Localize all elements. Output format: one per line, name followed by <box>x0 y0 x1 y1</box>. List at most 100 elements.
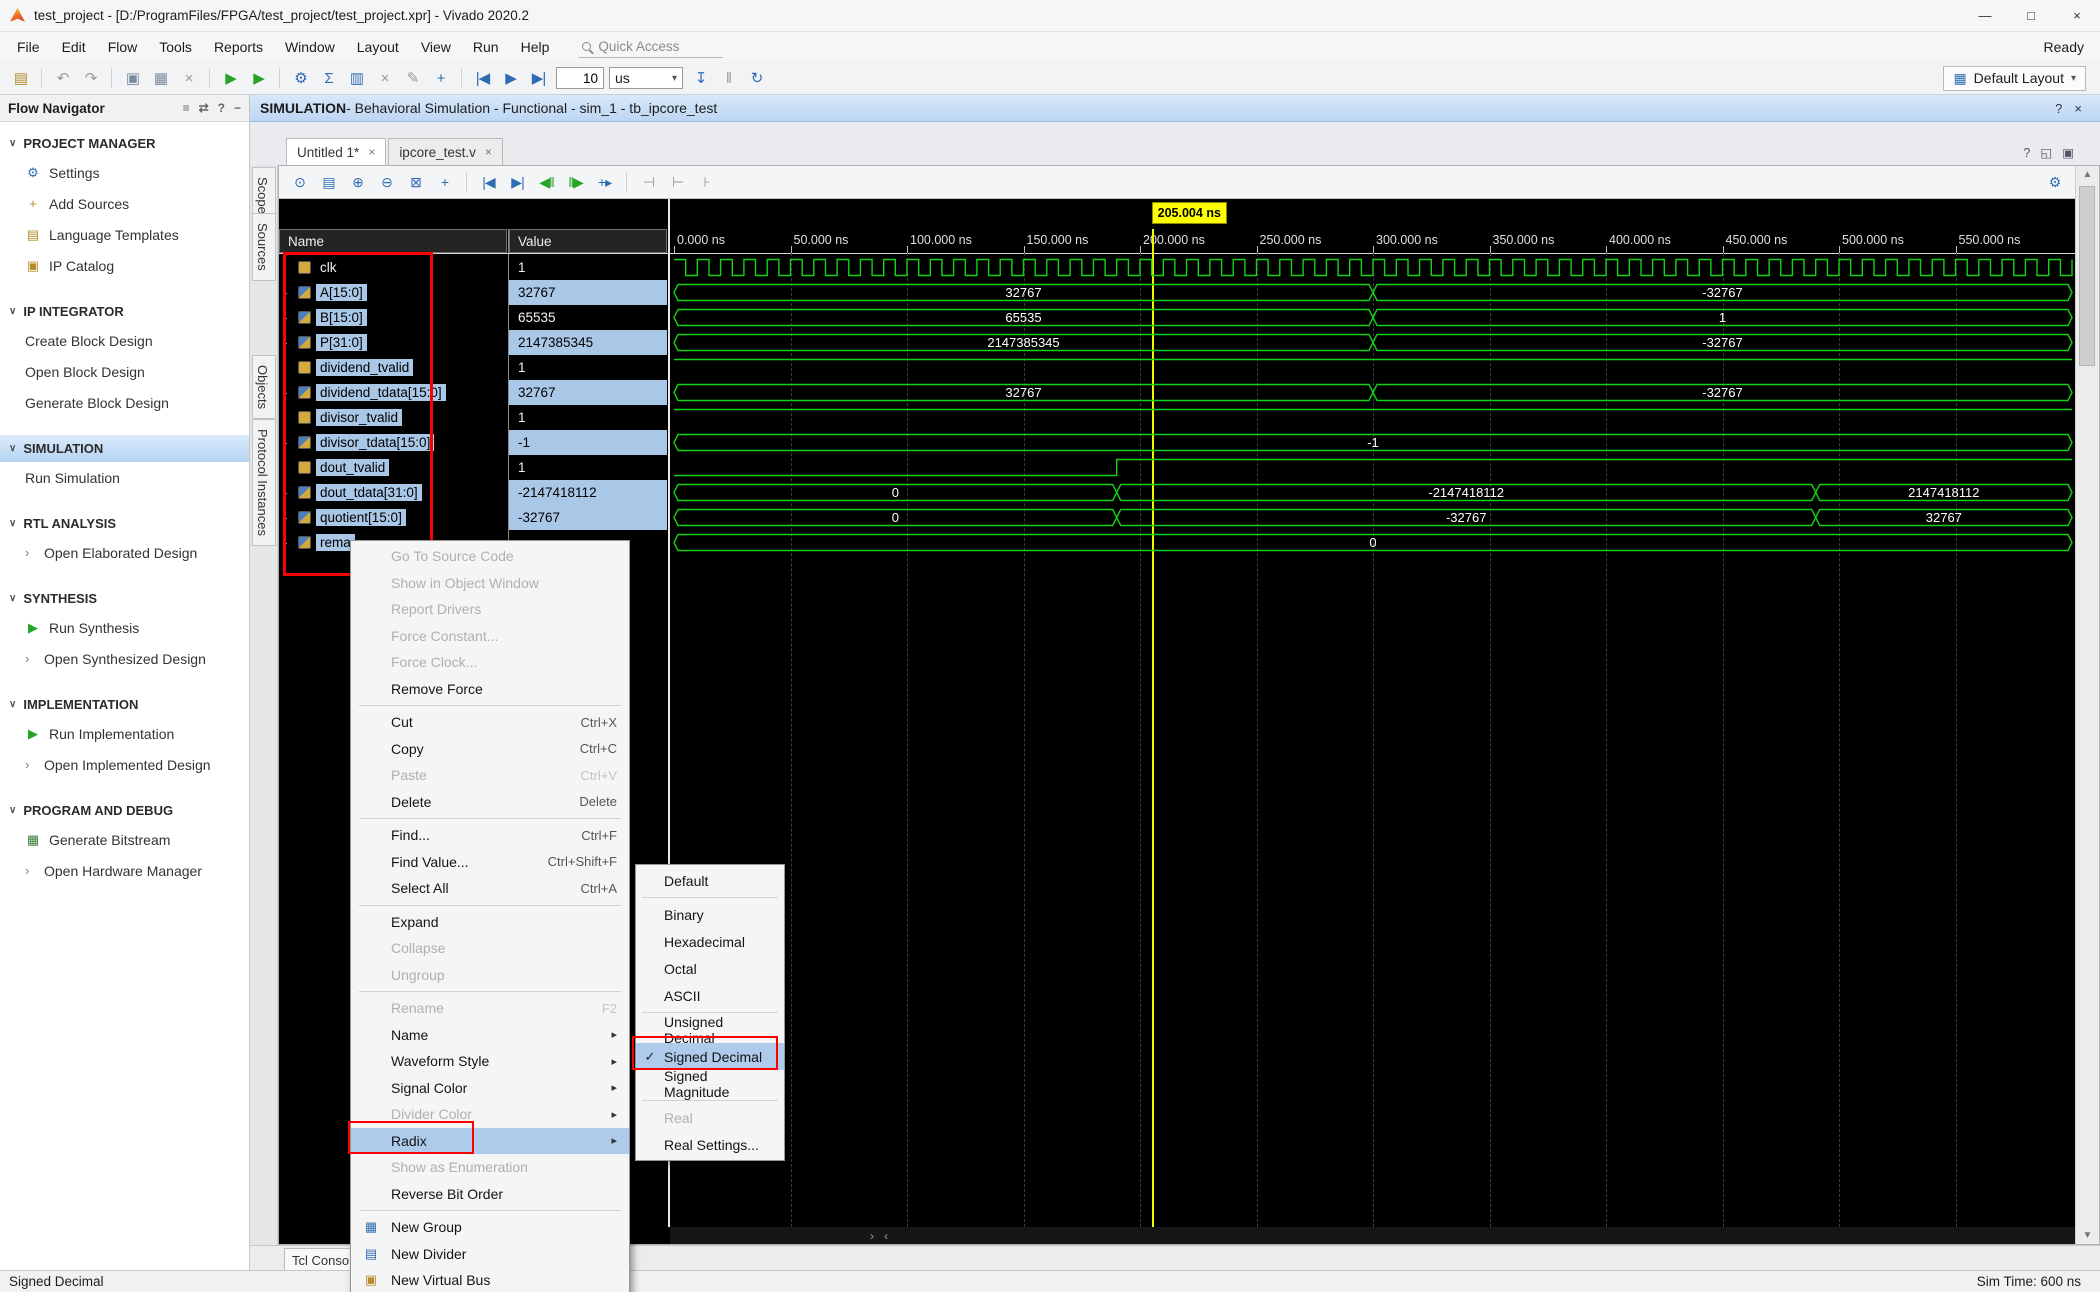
menu-edit[interactable]: Edit <box>51 32 97 62</box>
radix-option-binary[interactable]: Binary <box>636 901 784 928</box>
context-menu-item-waveform-style[interactable]: Waveform Style▸ <box>351 1048 629 1075</box>
tab-untitled-1[interactable]: Untitled 1*× <box>286 138 386 165</box>
maximize-icon[interactable]: ▣ <box>2062 145 2074 160</box>
name-column-header[interactable]: Name <box>279 229 507 253</box>
flow-section-header-simulation[interactable]: ∨SIMULATION <box>0 435 249 462</box>
flow-section-header-implementation[interactable]: ∨IMPLEMENTATION <box>0 691 249 718</box>
sum-icon[interactable]: Σ <box>316 66 341 91</box>
flow-item-generate-block-design[interactable]: Generate Block Design <box>0 387 249 418</box>
side-tab-objects[interactable]: Objects <box>252 355 276 419</box>
tab-ipcore-test-v[interactable]: ipcore_test.v× <box>388 138 503 165</box>
flow-section-header-rtl-analysis[interactable]: ∨RTL ANALYSIS <box>0 510 249 537</box>
help-icon[interactable]: ? <box>2055 101 2062 116</box>
signal-row-dout-tdata-31-0[interactable]: ›dout_tdata[31:0] <box>279 480 507 505</box>
radix-option-default[interactable]: Default <box>636 867 784 894</box>
context-menu-item-reverse-bit-order[interactable]: Reverse Bit Order <box>351 1181 629 1208</box>
signal-value-dout-tdata-31-0[interactable]: -2147418112 <box>509 480 667 505</box>
horizontal-scrollbar[interactable]: ›‹ <box>670 1227 2075 1244</box>
radix-option-signed-magnitude[interactable]: Signed Magnitude <box>636 1070 784 1097</box>
flow-item-language-templates[interactable]: ▤Language Templates <box>0 219 249 250</box>
context-menu-item-name[interactable]: Name▸ <box>351 1022 629 1049</box>
menu-tools[interactable]: Tools <box>148 32 203 62</box>
radix-option-octal[interactable]: Octal <box>636 955 784 982</box>
go-to-end-icon[interactable]: ▶| <box>505 170 530 195</box>
probe-icon[interactable]: + <box>428 66 453 91</box>
signal-row-dividend-tdata-15-0[interactable]: ›dividend_tdata[15:0] <box>279 380 507 405</box>
expand-arrow-icon[interactable]: › <box>283 535 293 550</box>
flow-item-open-implemented-design[interactable]: ›Open Implemented Design <box>0 749 249 780</box>
flow-item-run-synthesis[interactable]: ▶Run Synthesis <box>0 612 249 643</box>
zoom-out-icon[interactable]: ⊖ <box>374 170 399 195</box>
radix-option-unsigned-decimal[interactable]: Unsigned Decimal <box>636 1016 784 1043</box>
menu-icon[interactable]: ≡ <box>183 101 190 115</box>
open-project-icon[interactable]: ▤ <box>8 66 33 91</box>
signal-row-divisor-tvalid[interactable]: divisor_tvalid <box>279 405 507 430</box>
help-icon[interactable]: ? <box>2023 146 2030 160</box>
scrollbar-thumb[interactable] <box>2079 186 2095 366</box>
undo-icon[interactable]: ↶ <box>50 66 75 91</box>
flow-item-create-block-design[interactable]: Create Block Design <box>0 325 249 356</box>
prev-marker-icon[interactable]: ⊣ <box>636 170 661 195</box>
waveform-settings-gear-icon[interactable]: ⚙ <box>2042 170 2067 195</box>
expand-arrow-icon[interactable]: › <box>283 310 293 325</box>
close-icon[interactable]: × <box>368 145 375 159</box>
float-icon[interactable]: ◱ <box>2040 145 2052 160</box>
run-menu-icon[interactable]: ▶ <box>246 66 271 91</box>
time-unit-select[interactable]: us ▾ <box>609 67 683 89</box>
flow-item-open-elaborated-design[interactable]: ›Open Elaborated Design <box>0 537 249 568</box>
radix-option-real-settings[interactable]: Real Settings... <box>636 1131 784 1158</box>
delete-icon[interactable]: × <box>176 66 201 91</box>
signal-value-divisor-tdata-15-0[interactable]: -1 <box>509 430 667 455</box>
signal-value-clk[interactable]: 1 <box>509 255 667 280</box>
signal-value-dividend-tdata-15-0[interactable]: 32767 <box>509 380 667 405</box>
scroll-right-icon[interactable]: › <box>870 1229 874 1243</box>
flow-item-run-simulation[interactable]: Run Simulation <box>0 462 249 493</box>
next-marker-icon[interactable]: ⊢ <box>665 170 690 195</box>
edit-icon[interactable]: ✎ <box>400 66 425 91</box>
side-tab-sources[interactable]: Sources <box>252 213 276 281</box>
side-tab-protocol-instances[interactable]: Protocol Instances <box>252 419 276 546</box>
scroll-left-icon[interactable]: ‹ <box>884 1229 888 1243</box>
flow-item-run-implementation[interactable]: ▶Run Implementation <box>0 718 249 749</box>
signal-row-p-31-0[interactable]: ›P[31:0] <box>279 330 507 355</box>
flow-item-add-sources[interactable]: +Add Sources <box>0 188 249 219</box>
minimize-icon[interactable]: − <box>234 101 241 115</box>
flow-section-header-synthesis[interactable]: ∨SYNTHESIS <box>0 585 249 612</box>
value-column-header[interactable]: Value <box>509 229 667 253</box>
dock-icon[interactable]: ⇄ <box>199 101 209 115</box>
swap-cursor-icon[interactable]: ⊦ <box>694 170 719 195</box>
signal-row-b-15-0[interactable]: ›B[15:0] <box>279 305 507 330</box>
next-transition-icon[interactable]: ‖▶ <box>563 170 588 195</box>
context-menu-item-new-group[interactable]: ▦New Group <box>351 1214 629 1241</box>
context-menu-item-cut[interactable]: CutCtrl+X <box>351 709 629 736</box>
signal-value-dividend-tvalid[interactable]: 1 <box>509 355 667 380</box>
context-menu-item-new-divider[interactable]: ▤New Divider <box>351 1241 629 1268</box>
help-icon[interactable]: ? <box>218 101 225 115</box>
expand-arrow-icon[interactable]: › <box>283 335 293 350</box>
prev-transition-icon[interactable]: ◀‖ <box>534 170 559 195</box>
expand-arrow-icon[interactable]: › <box>283 435 293 450</box>
menu-help[interactable]: Help <box>510 32 561 62</box>
signal-value-a-15-0[interactable]: 32767 <box>509 280 667 305</box>
zoom-to-cursor-icon[interactable]: + <box>432 170 457 195</box>
context-menu-item-copy[interactable]: CopyCtrl+C <box>351 736 629 763</box>
flow-section-header-program-and-debug[interactable]: ∨PROGRAM AND DEBUG <box>0 797 249 824</box>
maximize-button[interactable]: □ <box>2008 0 2054 31</box>
run-for-icon[interactable]: ▶| <box>526 66 551 91</box>
redo-icon[interactable]: ↷ <box>78 66 103 91</box>
context-menu-item-find[interactable]: Find...Ctrl+F <box>351 822 629 849</box>
signal-row-quotient-15-0[interactable]: ›quotient[15:0] <box>279 505 507 530</box>
menu-layout[interactable]: Layout <box>346 32 410 62</box>
minimize-button[interactable]: — <box>1962 0 2008 31</box>
add-marker-icon[interactable]: +▸ <box>592 170 617 195</box>
close-icon[interactable]: × <box>2074 101 2082 116</box>
radix-option-signed-decimal[interactable]: ✓Signed Decimal <box>636 1043 784 1070</box>
close-icon[interactable]: × <box>485 145 492 159</box>
menu-window[interactable]: Window <box>274 32 346 62</box>
report-icon[interactable]: ▥ <box>344 66 369 91</box>
signal-row-dout-tvalid[interactable]: dout_tvalid <box>279 455 507 480</box>
signal-row-divisor-tdata-15-0[interactable]: ›divisor_tdata[15:0] <box>279 430 507 455</box>
restart-icon[interactable]: |◀ <box>470 66 495 91</box>
relaunch-icon[interactable]: ↻ <box>744 66 769 91</box>
run-all-icon[interactable]: ▶ <box>498 66 523 91</box>
